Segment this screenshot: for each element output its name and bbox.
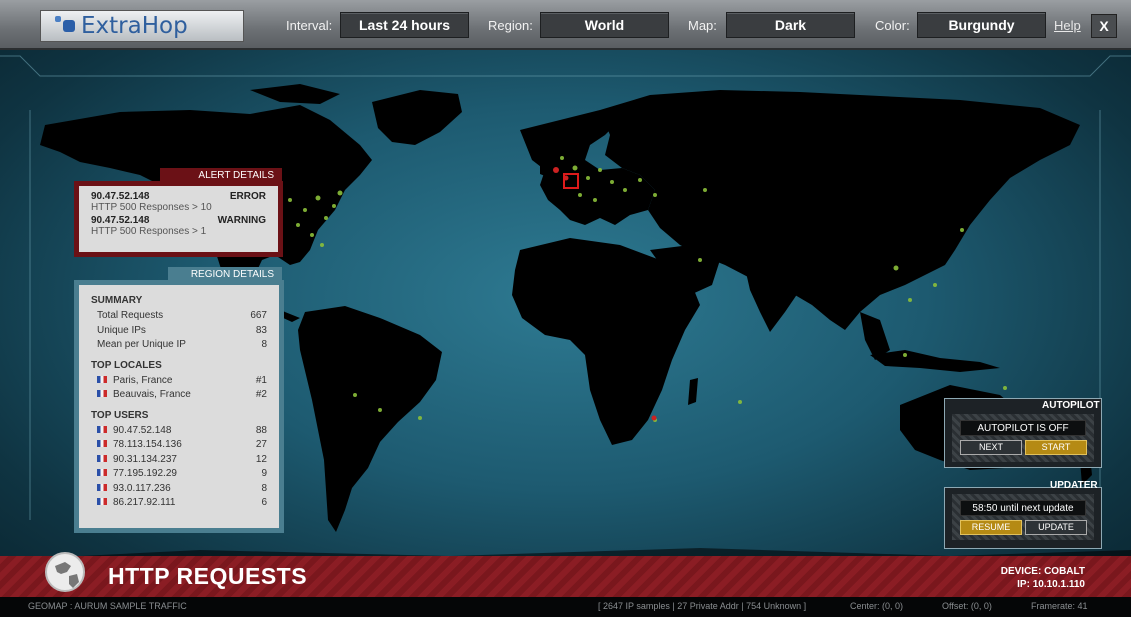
summary-row: Unique IPs 83 xyxy=(97,324,267,336)
user-row[interactable]: 78.113.154.136 27 xyxy=(91,439,267,454)
alert-item[interactable]: 90.47.52.148 ERROR xyxy=(91,191,266,202)
footer-source: GEOMAP : AURUM SAMPLE TRAFFIC xyxy=(28,601,187,611)
france-flag-icon xyxy=(97,425,107,433)
device-ip: IP: 10.10.1.110 xyxy=(1017,579,1085,590)
color-select[interactable]: Burgundy xyxy=(917,12,1046,38)
user-row[interactable]: 90.47.52.148 88 xyxy=(91,425,267,440)
france-flag-icon xyxy=(97,375,107,383)
interval-select[interactable]: Last 24 hours xyxy=(340,12,469,38)
metric-title: HTTP REQUESTS xyxy=(108,563,308,589)
map-select[interactable]: Dark xyxy=(726,12,855,38)
autopilot-next-button[interactable]: NEXT xyxy=(960,440,1022,455)
france-flag-icon xyxy=(97,440,107,447)
region-label: Region: xyxy=(488,18,533,33)
footer-offset: Offset: (0, 0) xyxy=(942,601,992,611)
alert-item[interactable]: 90.47.52.148 WARNING xyxy=(91,215,266,226)
footer-center: Center: (0, 0) xyxy=(850,601,904,611)
user-row[interactable]: 77.195.192.29 9 xyxy=(91,468,267,483)
footer-samples: [ 2647 IP samples | 27 Private Addr | 75… xyxy=(598,601,807,611)
locale-row[interactable]: Beauvais, France #2 xyxy=(91,389,267,404)
alert-level: WARNING xyxy=(217,215,266,226)
map-label: Map: xyxy=(688,18,717,33)
updater-update-button[interactable]: UPDATE xyxy=(1025,520,1087,535)
france-flag-icon xyxy=(97,390,107,397)
france-flag-icon xyxy=(97,454,107,462)
user-row[interactable]: 90.31.134.237 12 xyxy=(91,454,267,469)
france-flag-icon xyxy=(97,469,107,476)
extrahop-logo: ExtraHop xyxy=(40,10,244,42)
logo-icon xyxy=(55,16,75,32)
alert-desc: HTTP 500 Responses > 10 xyxy=(91,202,212,213)
alert-ip: 90.47.52.148 xyxy=(91,191,150,202)
color-label: Color: xyxy=(875,18,910,33)
updater-resume-button[interactable]: RESUME xyxy=(960,520,1022,535)
region-select[interactable]: World xyxy=(540,12,669,38)
user-row[interactable]: 93.0.117.236 8 xyxy=(91,483,267,498)
globe-icon xyxy=(45,552,85,592)
user-row[interactable]: 86.217.92.111 6 xyxy=(91,497,267,512)
device-info: DEVICE: COBALT IP: 10.10.1.110 xyxy=(1001,565,1085,591)
alert-details-panel: 90.47.52.148 ERROR HTTP 500 Responses > … xyxy=(74,181,283,257)
france-flag-icon xyxy=(97,498,107,505)
close-button[interactable]: X xyxy=(1091,14,1117,38)
updater-title: UPDATER xyxy=(1050,480,1098,491)
status-footer: GEOMAP : AURUM SAMPLE TRAFFIC [ 2647 IP … xyxy=(0,597,1131,617)
locale-row[interactable]: Paris, France #1 xyxy=(91,375,267,390)
summary-row: Mean per Unique IP 8 xyxy=(97,339,267,350)
region-details-panel: SUMMARY Total Requests 667 Unique IPs 83 M… xyxy=(74,280,284,533)
summary-title: SUMMARY xyxy=(91,295,143,306)
france-flag-icon xyxy=(97,483,107,491)
device-name: DEVICE: COBALT xyxy=(1000,566,1085,577)
updater-status: 58:50 until next update xyxy=(960,500,1086,516)
help-link[interactable]: Help xyxy=(1054,18,1081,33)
summary-row: Total Requests 667 xyxy=(97,310,267,321)
alert-desc: HTTP 500 Responses > 1 xyxy=(91,226,207,237)
top-users-title: TOP USERS xyxy=(91,409,149,421)
footer-framerate: Framerate: 41 xyxy=(1031,601,1088,611)
logo-text: ExtraHop xyxy=(81,13,188,39)
autopilot-start-button[interactable]: START xyxy=(1025,440,1087,455)
autopilot-status: AUTOPILOT IS OFF xyxy=(960,420,1086,436)
metric-banner: HTTP REQUESTS xyxy=(0,556,1131,597)
top-locales-title: TOP LOCALES xyxy=(91,359,162,371)
interval-label: Interval: xyxy=(286,18,333,33)
alert-ip: 90.47.52.148 xyxy=(91,215,150,226)
top-toolbar: ExtraHop Interval: Last 24 hours Region:… xyxy=(0,0,1131,50)
autopilot-title: AUTOPILOT xyxy=(1042,400,1100,411)
alert-level: ERROR xyxy=(229,191,266,202)
